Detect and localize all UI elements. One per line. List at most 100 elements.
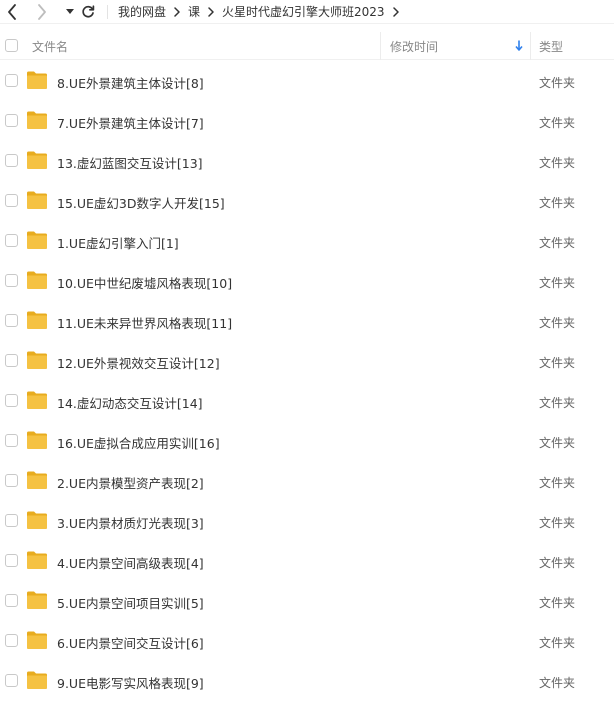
file-name[interactable]: 13.虚幻蓝图交互设计[13] xyxy=(57,153,203,172)
file-row[interactable]: 16.UE虚拟合成应用实训[16] 文件夹 xyxy=(0,421,614,461)
file-name[interactable]: 12.UE外景视效交互设计[12] xyxy=(57,353,220,372)
file-type: 文件夹 xyxy=(539,476,576,490)
column-time-header[interactable]: 修改时间 xyxy=(390,38,438,55)
file-type: 文件夹 xyxy=(539,236,576,250)
file-name[interactable]: 8.UE外景建筑主体设计[8] xyxy=(57,73,204,92)
sort-arrow-down-icon[interactable] xyxy=(515,40,523,54)
row-checkbox[interactable] xyxy=(5,474,18,487)
file-type: 文件夹 xyxy=(539,636,576,650)
file-row[interactable]: 3.UE内景材质灯光表现[3] 文件夹 xyxy=(0,501,614,541)
file-type: 文件夹 xyxy=(539,676,576,690)
file-name[interactable]: 1.UE虚幻引擎入门[1] xyxy=(57,233,179,252)
refresh-icon xyxy=(82,4,95,17)
file-row[interactable]: 2.UE内景模型资产表现[2] 文件夹 xyxy=(0,461,614,501)
file-row[interactable]: 5.UE内景空间项目实训[5] 文件夹 xyxy=(0,581,614,621)
row-checkbox[interactable] xyxy=(5,434,18,447)
file-row[interactable]: 7.UE外景建筑主体设计[7] 文件夹 xyxy=(0,101,614,141)
file-type: 文件夹 xyxy=(539,356,576,370)
file-type: 文件夹 xyxy=(539,436,576,450)
row-checkbox[interactable] xyxy=(5,674,18,687)
file-browser: 我的网盘 课 火星时代虚幻引擎大师班2023 文件名 修改时间 类型 8.UE外… xyxy=(0,0,614,709)
file-name[interactable]: 9.UE电影写实风格表现[9] xyxy=(57,673,204,692)
breadcrumb-item[interactable]: 课 xyxy=(188,3,200,20)
file-type: 文件夹 xyxy=(539,316,576,330)
folder-icon xyxy=(27,551,47,569)
column-name-header[interactable]: 文件名 xyxy=(32,38,68,55)
file-name[interactable]: 15.UE虚幻3D数字人开发[15] xyxy=(57,193,225,212)
caret-down-icon xyxy=(66,8,74,14)
refresh-button[interactable] xyxy=(79,0,97,24)
file-row[interactable]: 8.UE外景建筑主体设计[8] 文件夹 xyxy=(0,61,614,101)
breadcrumb-chevron-icon[interactable] xyxy=(392,6,399,17)
file-row[interactable]: 6.UE内景空间交互设计[6] 文件夹 xyxy=(0,621,614,661)
file-type: 文件夹 xyxy=(539,276,576,290)
column-type-header[interactable]: 类型 xyxy=(539,38,563,55)
folder-icon xyxy=(27,231,47,249)
file-name[interactable]: 4.UE内景空间高级表现[4] xyxy=(57,553,204,572)
file-name[interactable]: 10.UE中世纪废墟风格表现[10] xyxy=(57,273,232,292)
file-type: 文件夹 xyxy=(539,596,576,610)
file-list: 8.UE外景建筑主体设计[8] 文件夹 7.UE外景建筑主体设计[7] 文件夹 13.虚… xyxy=(0,61,614,701)
file-row[interactable]: 10.UE中世纪废墟风格表现[10] 文件夹 xyxy=(0,261,614,301)
row-checkbox[interactable] xyxy=(5,274,18,287)
row-checkbox[interactable] xyxy=(5,634,18,647)
folder-icon xyxy=(27,511,47,529)
file-type: 文件夹 xyxy=(539,556,576,570)
file-name[interactable]: 16.UE虚拟合成应用实训[16] xyxy=(57,433,220,452)
file-row[interactable]: 1.UE虚幻引擎入门[1] 文件夹 xyxy=(0,221,614,261)
column-divider[interactable] xyxy=(380,32,381,60)
breadcrumb-chevron-icon xyxy=(208,6,214,17)
row-checkbox[interactable] xyxy=(5,234,18,247)
breadcrumb-chevron-icon xyxy=(174,6,180,17)
file-row[interactable]: 12.UE外景视效交互设计[12] 文件夹 xyxy=(0,341,614,381)
file-name[interactable]: 14.虚幻动态交互设计[14] xyxy=(57,393,203,412)
folder-icon xyxy=(27,151,47,169)
file-type: 文件夹 xyxy=(539,516,576,530)
chevron-right-icon xyxy=(38,3,46,20)
folder-icon xyxy=(27,671,47,689)
file-name[interactable]: 6.UE内景空间交互设计[6] xyxy=(57,633,204,652)
row-checkbox[interactable] xyxy=(5,594,18,607)
row-checkbox[interactable] xyxy=(5,354,18,367)
back-button[interactable] xyxy=(1,0,23,24)
file-type: 文件夹 xyxy=(539,116,576,130)
breadcrumb-item[interactable]: 我的网盘 xyxy=(118,3,166,20)
folder-icon xyxy=(27,311,47,329)
row-checkbox[interactable] xyxy=(5,514,18,527)
row-checkbox[interactable] xyxy=(5,394,18,407)
file-row[interactable]: 14.虚幻动态交互设计[14] 文件夹 xyxy=(0,381,614,421)
row-checkbox[interactable] xyxy=(5,154,18,167)
file-row[interactable]: 15.UE虚幻3D数字人开发[15] 文件夹 xyxy=(0,181,614,221)
file-name[interactable]: 5.UE内景空间项目实训[5] xyxy=(57,593,204,612)
file-row[interactable]: 13.虚幻蓝图交互设计[13] 文件夹 xyxy=(0,141,614,181)
file-name[interactable]: 2.UE内景模型资产表现[2] xyxy=(57,473,204,492)
row-checkbox[interactable] xyxy=(5,74,18,87)
row-checkbox[interactable] xyxy=(5,194,18,207)
folder-icon xyxy=(27,71,47,89)
forward-button[interactable] xyxy=(31,0,53,24)
file-name[interactable]: 7.UE外景建筑主体设计[7] xyxy=(57,113,204,132)
row-checkbox[interactable] xyxy=(5,554,18,567)
column-divider[interactable] xyxy=(530,32,531,60)
folder-icon xyxy=(27,631,47,649)
nav-separator xyxy=(107,4,108,19)
row-checkbox[interactable] xyxy=(5,314,18,327)
folder-icon xyxy=(27,351,47,369)
history-dropdown-button[interactable] xyxy=(63,0,77,24)
file-name[interactable]: 3.UE内景材质灯光表现[3] xyxy=(57,513,204,532)
breadcrumb-item-current[interactable]: 火星时代虚幻引擎大师班2023 xyxy=(222,3,385,20)
file-type: 文件夹 xyxy=(539,76,576,90)
select-all-checkbox[interactable] xyxy=(5,39,18,52)
file-type: 文件夹 xyxy=(539,196,576,210)
folder-icon xyxy=(27,431,47,449)
row-checkbox[interactable] xyxy=(5,114,18,127)
breadcrumb: 我的网盘 课 火星时代虚幻引擎大师班2023 xyxy=(118,3,407,20)
column-header: 文件名 修改时间 类型 xyxy=(0,32,614,60)
file-row[interactable]: 11.UE未来异世界风格表现[11] 文件夹 xyxy=(0,301,614,341)
file-name[interactable]: 11.UE未来异世界风格表现[11] xyxy=(57,313,232,332)
folder-icon xyxy=(27,591,47,609)
folder-icon xyxy=(27,471,47,489)
folder-icon xyxy=(27,271,47,289)
file-row[interactable]: 9.UE电影写实风格表现[9] 文件夹 xyxy=(0,661,614,701)
file-row[interactable]: 4.UE内景空间高级表现[4] 文件夹 xyxy=(0,541,614,581)
